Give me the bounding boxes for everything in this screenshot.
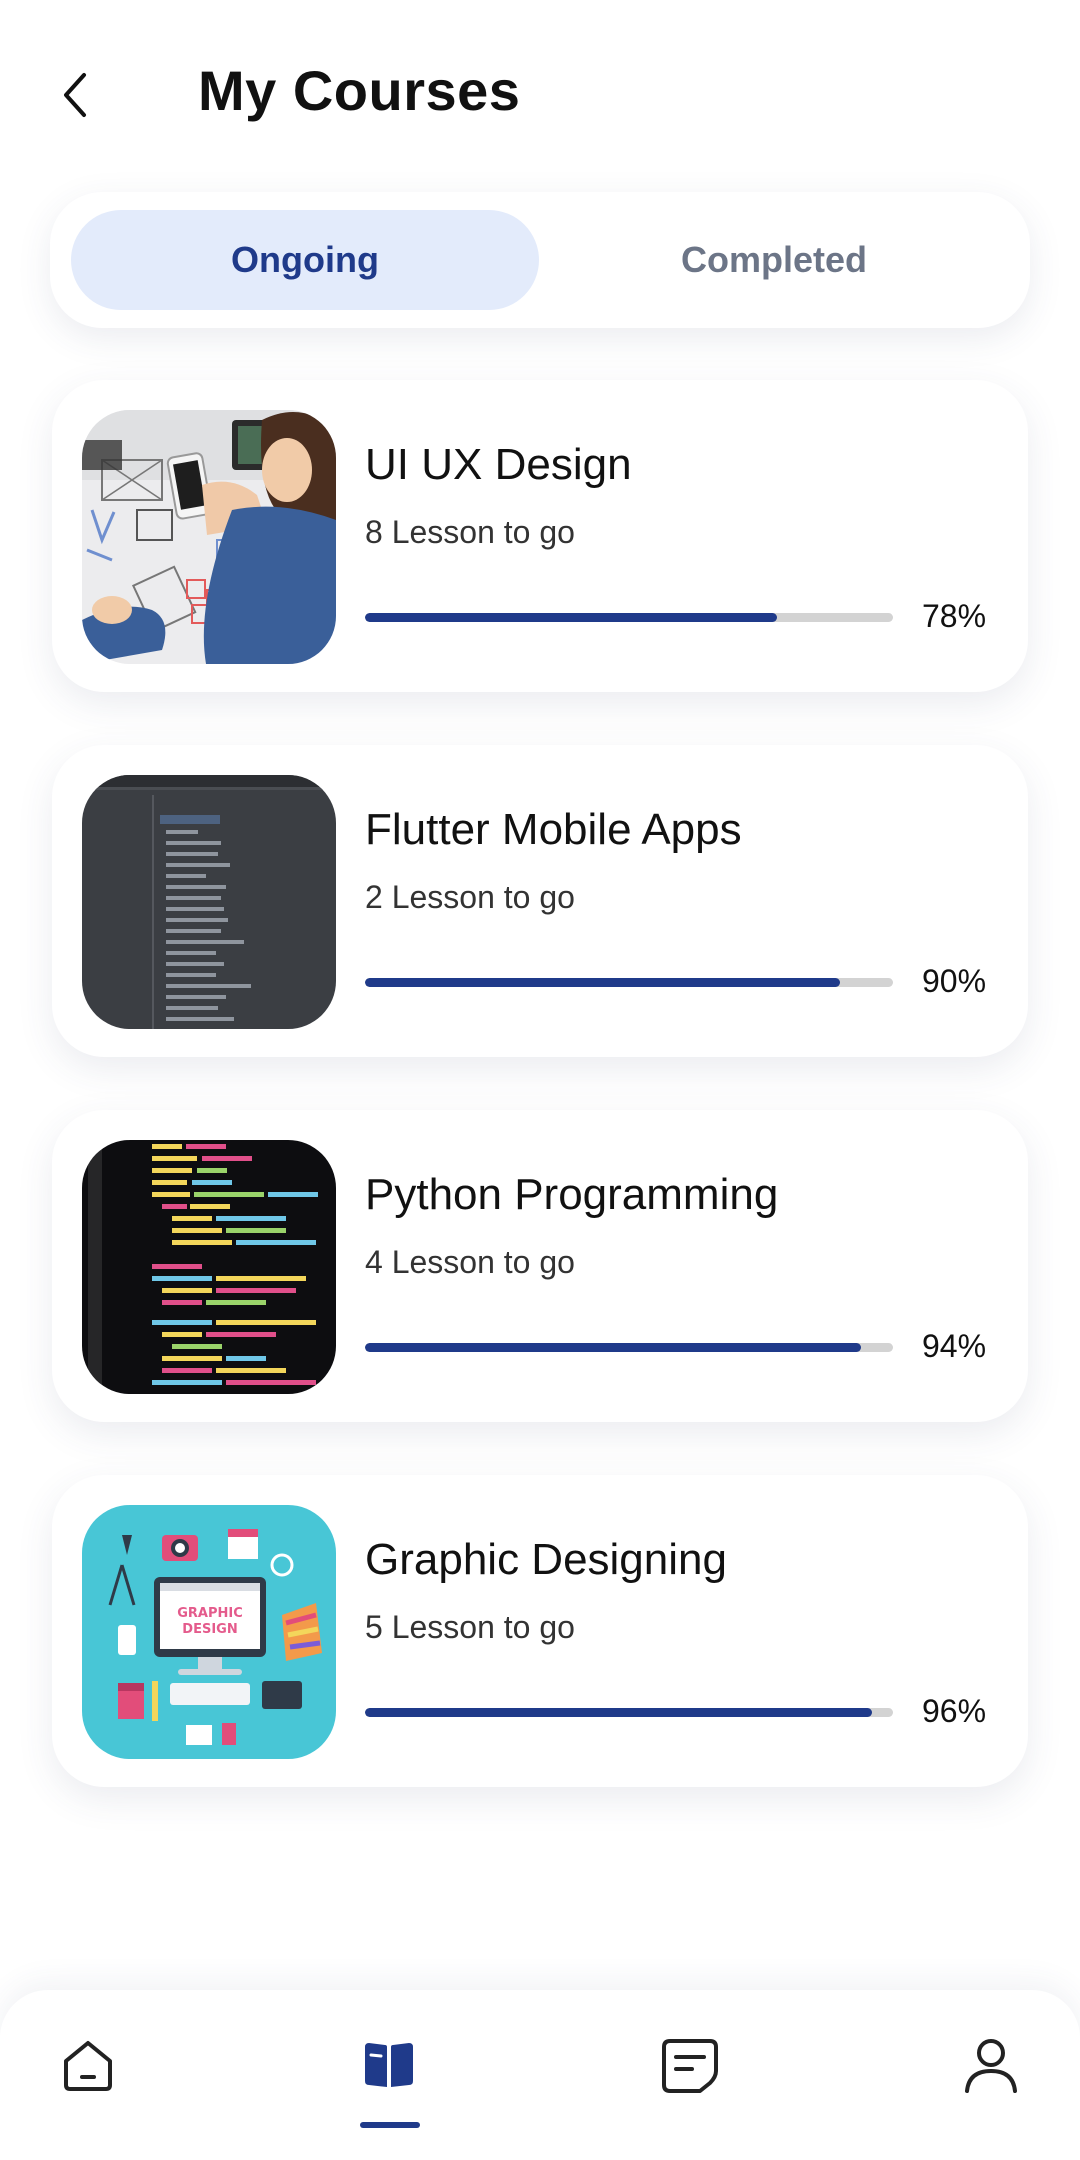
- course-card-graphic-designing[interactable]: GRAPHIC DESIGN Graphic Designing 5 Lesso…: [52, 1475, 1028, 1787]
- course-title: Python Programming: [365, 1170, 779, 1219]
- progress-bar: [365, 1343, 893, 1352]
- bottom-nav: [0, 1990, 1080, 2160]
- chevron-left-icon: [64, 73, 86, 117]
- svg-text:GRAPHIC: GRAPHIC: [177, 1606, 243, 1621]
- progress-fill: [365, 978, 841, 987]
- home-icon: [64, 2041, 112, 2091]
- course-thumbnail: [82, 1140, 336, 1394]
- progress-bar: [365, 613, 893, 622]
- course-lessons-remaining: 8 Lesson to go: [365, 514, 575, 550]
- progress-bar: [365, 978, 893, 987]
- progress-fill: [365, 613, 777, 622]
- book-icon: [365, 2043, 413, 2087]
- course-thumbnail: [82, 775, 336, 1029]
- progress-fill: [365, 1343, 862, 1352]
- nav-profile[interactable]: [931, 1990, 1051, 2140]
- header: My Courses: [0, 0, 1080, 190]
- progress-percent: 96%: [922, 1693, 987, 1729]
- course-title: Flutter Mobile Apps: [365, 805, 742, 854]
- course-card-ui-ux-design[interactable]: UI UX Design 8 Lesson to go 78%: [52, 380, 1028, 692]
- back-button[interactable]: [50, 60, 100, 130]
- progress-percent: 78%: [922, 598, 987, 634]
- course-thumbnail: [82, 410, 336, 664]
- course-thumbnail: GRAPHIC DESIGN: [82, 1505, 336, 1759]
- course-lessons-remaining: 5 Lesson to go: [365, 1609, 575, 1645]
- progress-percent: 90%: [922, 963, 987, 999]
- progress-bar: [365, 1708, 893, 1717]
- course-title: Graphic Designing: [365, 1535, 727, 1584]
- tab-bar: Ongoing Completed: [50, 192, 1030, 328]
- nav-home[interactable]: [28, 1990, 148, 2140]
- course-card-flutter-mobile-apps[interactable]: Flutter Mobile Apps 2 Lesson to go 90%: [52, 745, 1028, 1057]
- nav-courses[interactable]: [329, 1990, 449, 2140]
- page-title: My Courses: [198, 59, 521, 122]
- message-icon: [662, 2039, 718, 2093]
- profile-icon: [965, 2039, 1017, 2093]
- progress-fill: [365, 1708, 872, 1717]
- tab-ongoing[interactable]: Ongoing: [71, 210, 539, 310]
- progress-percent: 94%: [922, 1328, 987, 1364]
- tab-completed[interactable]: Completed: [540, 210, 1008, 310]
- course-title: UI UX Design: [365, 440, 632, 489]
- svg-text:DESIGN: DESIGN: [182, 1622, 237, 1637]
- course-card-python-programming[interactable]: Python Programming 4 Lesson to go 94%: [52, 1110, 1028, 1422]
- course-lessons-remaining: 4 Lesson to go: [365, 1244, 575, 1280]
- active-tab-indicator: [360, 2122, 420, 2128]
- nav-messages[interactable]: [630, 1990, 750, 2140]
- course-lessons-remaining: 2 Lesson to go: [365, 879, 575, 915]
